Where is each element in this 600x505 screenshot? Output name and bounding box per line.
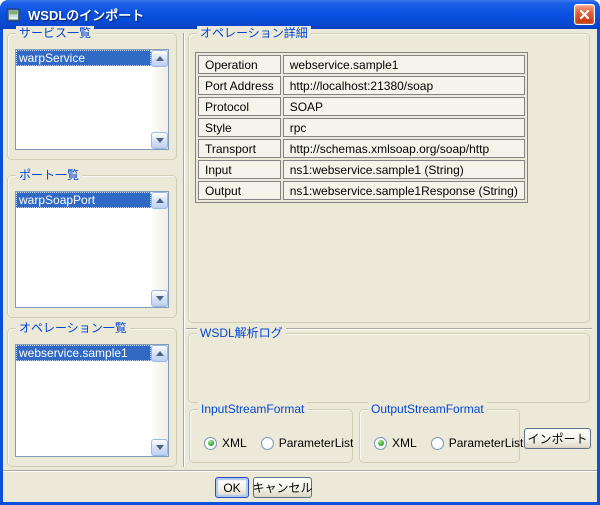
radio-option-parameterlist[interactable]: ParameterList [261,436,354,450]
output-format-options: XML ParameterList [374,436,537,450]
row-label-cell: Input [198,160,281,179]
radio-option-parameterlist[interactable]: ParameterList [431,436,524,450]
row-label-cell: Port Address [198,76,281,95]
arrow-down-icon [156,296,164,301]
list-item[interactable]: webservice.sample1 [16,345,151,361]
port-list-scrollbar[interactable] [151,192,168,307]
port-list-group: ポート一覧 warpSoapPort [7,175,177,318]
app-icon [5,6,23,24]
radio-icon[interactable] [261,437,274,450]
row-value-cell: webservice.sample1 [283,55,525,74]
table-row: Input ns1:webservice.sample1 (String) [198,160,525,179]
row-value-cell: rpc [283,118,525,137]
table-row: Output ns1:webservice.sample1Response (S… [198,181,525,200]
scroll-down-button[interactable] [151,132,168,149]
operation-details-table: Operation webservice.sample1 Port Addres… [195,52,528,203]
row-value-cell: http://localhost:21380/soap [283,76,525,95]
port-listbox[interactable]: warpSoapPort [15,191,169,308]
footer-divider [3,470,597,472]
input-stream-format-group: InputStreamFormat XML ParameterList [189,409,353,463]
row-label-cell: Protocol [198,97,281,116]
row-label-cell: Style [198,118,281,137]
table-row: Protocol SOAP [198,97,525,116]
radio-label: ParameterList [279,436,354,450]
close-icon [579,9,590,20]
scroll-up-button[interactable] [151,192,168,209]
table-row: Transport http://schemas.xmlsoap.org/soa… [198,139,525,158]
import-button[interactable]: インポート [524,428,591,449]
table-row: Port Address http://localhost:21380/soap [198,76,525,95]
service-list-group: サービス一覧 warpService [7,33,177,160]
scroll-down-button[interactable] [151,439,168,456]
radio-option-xml[interactable]: XML [374,436,417,450]
scroll-up-button[interactable] [151,345,168,362]
arrow-down-icon [156,445,164,450]
table-row: Operation webservice.sample1 [198,55,525,74]
titlebar[interactable]: WSDLのインポート [0,0,600,29]
wsdl-log-content [197,350,581,396]
cancel-button[interactable]: キャンセル [253,477,312,498]
list-item[interactable]: warpService [16,50,151,66]
radio-selected-dot [378,440,384,446]
radio-label: XML [222,436,247,450]
operation-list-label: オペレーション一覧 [16,321,130,335]
table-row: Style rpc [198,118,525,137]
radio-label: XML [392,436,417,450]
panel-divider-vertical [183,33,185,467]
close-button[interactable] [574,4,595,25]
row-value-cell: ns1:webservice.sample1 (String) [283,160,525,179]
radio-option-xml[interactable]: XML [204,436,247,450]
row-value-cell: http://schemas.xmlsoap.org/soap/http [283,139,525,158]
wsdl-log-label: WSDL解析ログ [197,326,286,340]
radio-icon[interactable] [204,437,217,450]
row-label-cell: Output [198,181,281,200]
radio-icon[interactable] [431,437,444,450]
port-list-label: ポート一覧 [16,168,82,182]
operation-listbox[interactable]: webservice.sample1 [15,344,169,457]
row-value-cell: ns1:webservice.sample1Response (String) [283,181,525,200]
service-listbox[interactable]: warpService [15,49,169,150]
radio-label: ParameterList [449,436,524,450]
row-value-cell: SOAP [283,97,525,116]
arrow-up-icon [156,56,164,61]
row-label-cell: Transport [198,139,281,158]
ok-button[interactable]: OK [215,477,249,498]
service-list-scrollbar[interactable] [151,50,168,149]
scroll-down-button[interactable] [151,290,168,307]
operation-details-label: オペレーション詳細 [197,26,311,40]
input-format-options: XML ParameterList [204,436,367,450]
arrow-up-icon [156,351,164,356]
arrow-up-icon [156,198,164,203]
dialog-body: サービス一覧 warpService ポート一覧 warpSoapPort [3,29,597,502]
row-label-cell: Operation [198,55,281,74]
input-stream-format-label: InputStreamFormat [198,402,307,416]
output-stream-format-label: OutputStreamFormat [368,402,487,416]
dialog-title: WSDLのインポート [28,5,574,24]
arrow-down-icon [156,138,164,143]
operation-list-scrollbar[interactable] [151,345,168,456]
radio-selected-dot [208,440,214,446]
operation-details-group: オペレーション詳細 Operation webservice.sample1 P… [188,33,590,323]
radio-icon[interactable] [374,437,387,450]
operation-list-group: オペレーション一覧 webservice.sample1 [7,328,177,467]
output-stream-format-group: OutputStreamFormat XML ParameterList [359,409,520,463]
scroll-up-button[interactable] [151,50,168,67]
list-item[interactable]: warpSoapPort [16,192,151,208]
service-list-label: サービス一覧 [16,26,94,40]
wsdl-import-dialog: WSDLのインポート サービス一覧 warpService ポート一覧 warp… [0,0,600,505]
wsdl-log-group: WSDL解析ログ [188,333,590,403]
